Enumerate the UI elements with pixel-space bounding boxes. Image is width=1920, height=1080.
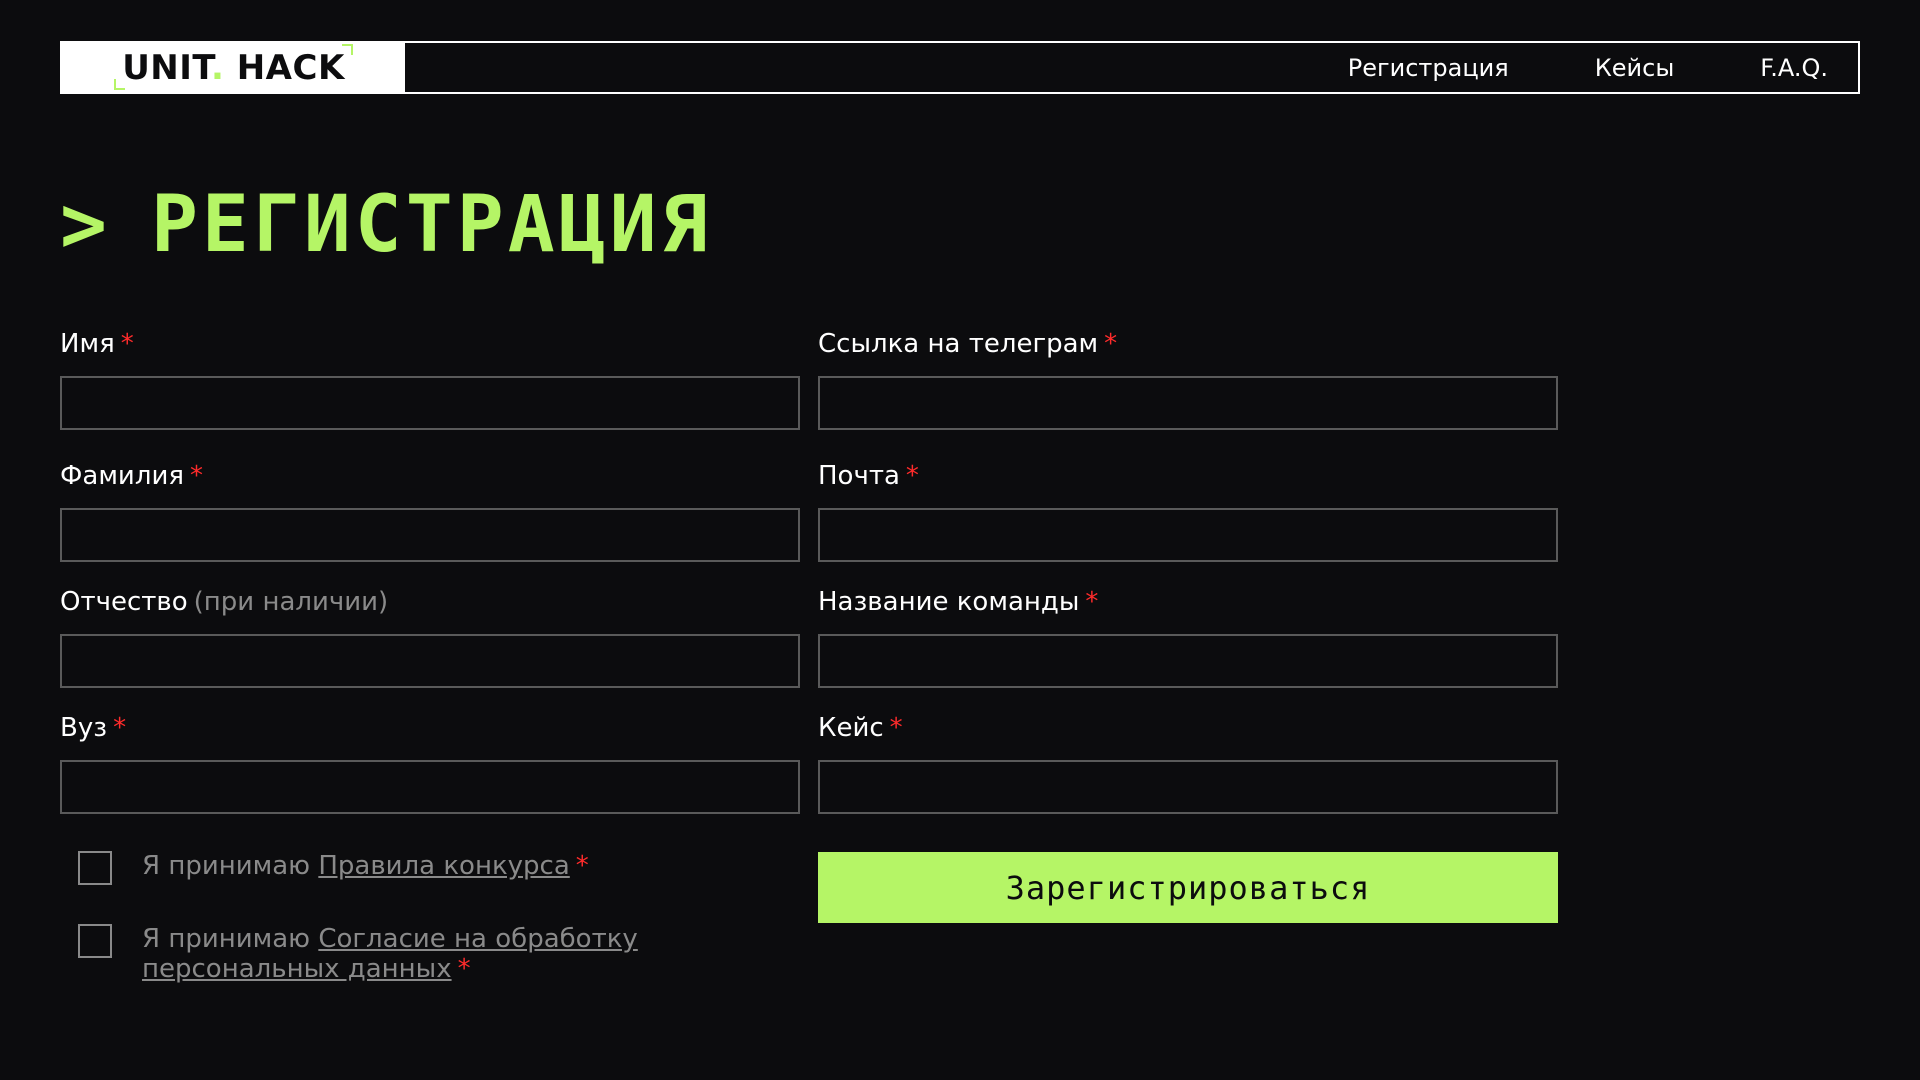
required-mark: *	[1085, 587, 1099, 617]
rules-checkbox-row: Я принимаю Правила конкурса *	[78, 851, 662, 885]
top-header: UNIT. HACK Регистрация Кейсы F.A.Q.	[60, 41, 1860, 94]
email-label: Почта	[818, 461, 900, 491]
university-label: Вуз	[60, 713, 108, 743]
last-name-input[interactable]	[60, 508, 800, 562]
first-name-field: Имя *	[60, 326, 800, 430]
page-title: > Регистрация	[60, 180, 712, 270]
register-submit-button[interactable]: Зарегистрироваться	[818, 852, 1558, 923]
email-input[interactable]	[818, 508, 1558, 562]
patronymic-input[interactable]	[60, 634, 800, 688]
required-mark: *	[113, 713, 127, 743]
rules-checkbox[interactable]	[78, 851, 112, 885]
patronymic-field: Отчество (при наличии)	[60, 584, 800, 688]
last-name-label: Фамилия	[60, 461, 184, 491]
nav-link-faq[interactable]: F.A.Q.	[1760, 54, 1828, 82]
required-mark: *	[457, 954, 471, 984]
rules-checkbox-label: Я принимаю Правила конкурса *	[142, 851, 589, 881]
telegram-field: Ссылка на телеграм *	[818, 326, 1558, 430]
email-field: Почта *	[818, 458, 1558, 562]
first-name-input[interactable]	[60, 376, 800, 430]
consent-checkbox[interactable]	[78, 924, 112, 958]
required-mark: *	[1104, 329, 1118, 359]
logo-box[interactable]: UNIT. HACK	[62, 43, 405, 92]
first-name-label: Имя	[60, 329, 115, 359]
case-input[interactable]	[818, 760, 1558, 814]
required-mark: *	[889, 713, 903, 743]
case-label: Кейс	[818, 713, 884, 743]
required-mark: *	[189, 461, 203, 491]
consent-checkbox-label: Я принимаю Согласие на обработку персона…	[142, 924, 638, 984]
main-nav: Регистрация Кейсы F.A.Q.	[405, 43, 1858, 92]
rules-link[interactable]: Правила конкурса	[318, 851, 569, 881]
case-field: Кейс *	[818, 710, 1558, 814]
unit-hack-logo: UNIT. HACK	[114, 43, 353, 90]
registration-page: UNIT. HACK Регистрация Кейсы F.A.Q. > Ре…	[0, 0, 1920, 1080]
patronymic-label: Отчество	[60, 587, 188, 617]
required-mark: *	[120, 329, 134, 359]
university-field: Вуз *	[60, 710, 800, 814]
page-title-text: Регистрация	[150, 180, 712, 270]
university-input[interactable]	[60, 760, 800, 814]
required-mark: *	[575, 851, 589, 881]
consent-checkbox-row: Я принимаю Согласие на обработку персона…	[78, 924, 662, 984]
patronymic-hint: (при наличии)	[193, 587, 389, 617]
nav-link-cases[interactable]: Кейсы	[1595, 54, 1675, 82]
chevron-right-icon: >	[60, 180, 111, 270]
required-mark: *	[905, 461, 919, 491]
team-name-field: Название команды *	[818, 584, 1558, 688]
team-name-label: Название команды	[818, 587, 1080, 617]
last-name-field: Фамилия *	[60, 458, 800, 562]
telegram-label: Ссылка на телеграм	[818, 329, 1099, 359]
nav-link-registration[interactable]: Регистрация	[1348, 54, 1509, 82]
team-name-input[interactable]	[818, 634, 1558, 688]
telegram-input[interactable]	[818, 376, 1558, 430]
